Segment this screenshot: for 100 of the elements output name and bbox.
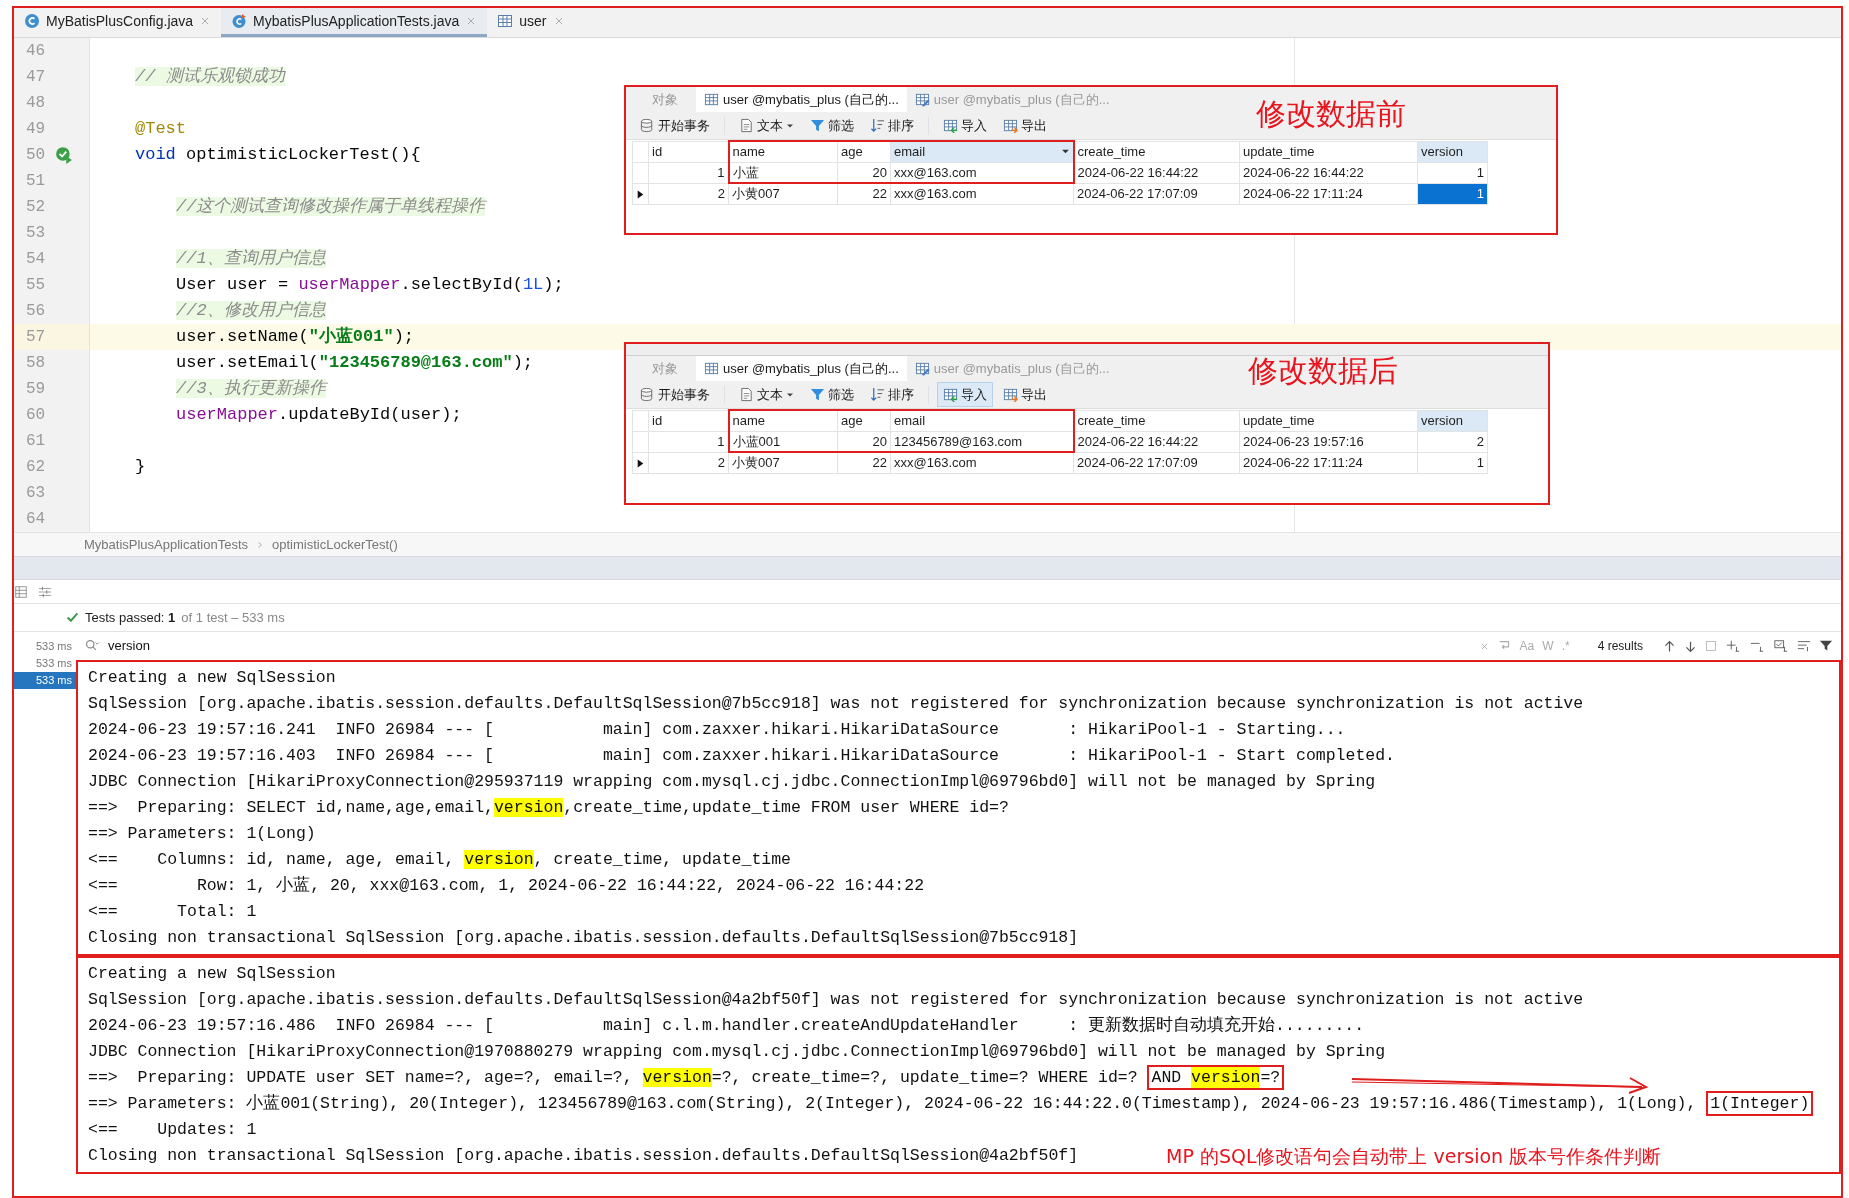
toolbar-button[interactable]: 文本 [733,112,800,139]
editor-tab[interactable]: user [487,8,575,37]
data-tab[interactable]: user @mybatis_plus (自己的... [696,356,907,381]
console-line: ==> Preparing: SELECT id,name,age,email,version,create_time,update_time FROM user WHERE id=? [88,798,1009,817]
line-number: 59 [25,379,47,400]
export-icon [1003,118,1018,133]
console-line: JDBC Connection [HikariProxyConnection@1970880279 wrapping com.mysql.cj.jdbc.ConnectionImpl@69796bd0] will not be managed by Spring [88,1042,1386,1061]
column-header[interactable]: version [1417,141,1488,162]
annotation-title: 修改数据前 [1256,95,1406,133]
table-cell[interactable]: 2024-06-22 17:11:24 [1239,183,1418,204]
line-number: 52 [25,197,47,218]
toolbar-button[interactable]: 文本 [733,381,800,408]
sliders-icon[interactable] [38,584,52,599]
table-edit-icon [914,361,930,376]
column-header[interactable]: id [648,410,729,431]
line-number: 51 [25,171,47,192]
toolbar-button[interactable]: 导入 [937,381,993,408]
toolbar-button[interactable]: 排序 [864,112,920,139]
breadcrumb-item[interactable]: optimisticLockerTest() [272,534,398,555]
test-duration[interactable]: 533 ms [14,638,76,655]
table-cell[interactable]: 20 [837,431,891,452]
table-cell[interactable]: 2024-06-22 17:11:24 [1239,452,1418,473]
down-arrow-icon[interactable] [1684,639,1697,653]
code-line: user.setName("小蓝001"); [176,325,415,349]
table-cell[interactable]: 2 [648,452,729,473]
table-icon [704,361,719,376]
search-icon [84,639,100,653]
column-header[interactable]: update_time [1239,410,1418,431]
document-icon [739,118,754,133]
database-icon [640,387,655,402]
table-cell[interactable]: 2024-06-22 16:44:22 [1239,162,1418,183]
table-cell[interactable]: 小黄007 [728,183,838,204]
console-line: Closing non transactional SqlSession [org.apache.ibatis.session.defaults.DefaultSqlSession@7b5cc918] [88,928,1079,947]
toolbar-button[interactable]: 导出 [997,381,1053,408]
annotation-title: 修改数据后 [1248,352,1398,390]
filter-icon [810,387,825,402]
column-header[interactable]: age [837,410,891,431]
table-cell[interactable]: xxx@163.com [890,162,1074,183]
column-header[interactable]: id [648,141,729,162]
table-cell[interactable]: 2 [1417,431,1488,452]
search-field[interactable]: version [108,636,1471,656]
console-line: <== Columns: id, name, age, email, version, create_time, update_time [88,850,792,869]
table-cell[interactable]: 123456789@163.com [890,431,1074,452]
table-cell[interactable]: 2024-06-22 16:44:22 [1073,162,1240,183]
table-cell[interactable]: 小黄007 [728,452,838,473]
add-icon[interactable] [1725,639,1741,653]
table-cell[interactable]: 2024-06-22 17:07:09 [1073,183,1240,204]
console-line: 2024-06-23 19:57:16.486 INFO 26984 --- [ main] c.l.m.handler.createAndUpdateHandler : 更新数据时自动填充开始......... [88,1016,1365,1035]
column-header[interactable]: update_time [1239,141,1418,162]
table-cell[interactable]: 1 [1417,452,1488,473]
table-cell[interactable]: 小蓝001 [728,431,838,452]
test-duration[interactable]: 533 ms [14,672,76,689]
breadcrumb-item[interactable]: MybatisPlusApplicationTests [84,534,249,555]
list-icon[interactable] [14,584,28,599]
table-cell[interactable]: xxx@163.com [890,183,1074,204]
console-line: <== Updates: 1 [88,1120,257,1139]
console-line: Closing non transactional SqlSession [org.apache.ibatis.session.defaults.DefaultSqlSession@4a2bf50f] [88,1146,1079,1165]
toolbar-button[interactable]: 导入 [937,112,993,139]
toolbar-button[interactable]: 导出 [997,112,1053,139]
editor-tab[interactable]: MybatisPlusApplicationTests.java [221,8,488,37]
align-icon[interactable] [1797,639,1811,653]
import-icon [943,118,958,133]
test-duration[interactable]: 533 ms [14,655,76,672]
toolbar-button[interactable]: 筛选 [804,112,860,139]
class-file-icon [24,13,40,29]
run-icon[interactable] [54,146,74,164]
table-cell[interactable]: 2 [648,183,729,204]
toolbar-button[interactable]: 排序 [864,381,920,408]
table-cell[interactable]: 22 [837,183,891,204]
column-header[interactable]: name [728,141,838,162]
editor-tab[interactable]: MyBatisPlusConfig.java [14,8,222,37]
table-cell[interactable]: 2024-06-22 17:07:09 [1073,452,1240,473]
database-icon [640,118,655,133]
column-header[interactable]: email [890,410,1074,431]
column-header[interactable]: version [1417,410,1488,431]
line-number: 50 [25,145,47,166]
column-header[interactable]: email [890,141,1074,162]
column-header[interactable]: name [728,410,838,431]
table-cell[interactable]: xxx@163.com [890,452,1074,473]
test-detail: of 1 test – 533 ms [181,608,285,627]
table-cell[interactable]: 小蓝 [728,162,838,183]
code-line: User user = userMapper.selectById(1L); [176,274,564,297]
table-cell[interactable]: 2024-06-23 19:57:16 [1239,431,1418,452]
line-number: 58 [25,353,47,374]
table-cell[interactable]: 20 [837,162,891,183]
toolbar-button[interactable]: 开始事务 [634,112,716,139]
checklist-icon[interactable] [1773,639,1789,653]
toolbar-button[interactable]: 筛选 [804,381,860,408]
column-header[interactable]: create_time [1073,141,1240,162]
data-tab[interactable]: user @mybatis_plus (自己的... [696,87,907,112]
table-cell[interactable]: 2024-06-22 16:44:22 [1073,431,1240,452]
toolbar-button[interactable]: 开始事务 [634,381,716,408]
up-arrow-icon[interactable] [1663,639,1676,653]
line-number: 62 [25,457,47,478]
column-header[interactable]: create_time [1073,410,1240,431]
results-count: 4 results [1597,638,1643,655]
table-cell[interactable]: 1 [1417,162,1488,183]
import-icon [943,387,958,402]
filter-icon[interactable] [1819,639,1833,653]
table-cell[interactable]: 22 [837,452,891,473]
